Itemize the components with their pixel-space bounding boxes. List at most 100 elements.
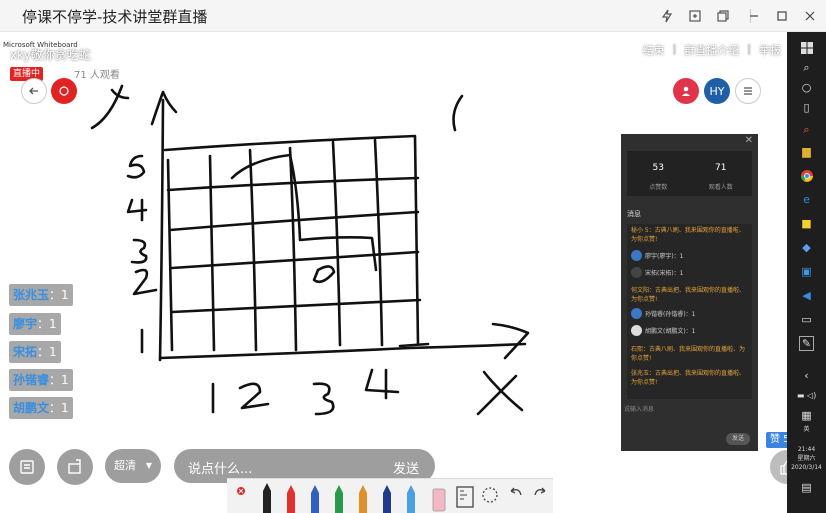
clock-weekday: 星期六 (797, 455, 816, 462)
search-app-icon[interactable]: ⌕ (799, 122, 814, 137)
windows-icon[interactable] (799, 40, 814, 55)
whiteboard-app-icon[interactable]: ✎ (799, 336, 814, 351)
darkblue-pen-icon[interactable] (383, 485, 391, 513)
message-list[interactable]: 秘小 5：古典八刷、我来围观你的直播啦、为你点赞! 廖宇(廖宇)：1 宋拓(宋拓… (627, 224, 752, 399)
link-divider: | (747, 42, 751, 55)
close-icon[interactable]: ✕ (745, 135, 753, 146)
rotate-icon (68, 459, 81, 474)
photos-icon[interactable]: ▣ (799, 264, 814, 279)
report-link[interactable]: 举报 (759, 42, 781, 58)
green-pen-icon[interactable] (335, 485, 343, 513)
notes-icon (20, 460, 34, 474)
undo-icon[interactable] (510, 487, 522, 496)
avatar (631, 267, 642, 278)
redo-icon[interactable] (534, 487, 546, 496)
ime-icon[interactable]: ▦ (799, 408, 814, 423)
send-button[interactable]: 发送 (393, 458, 419, 477)
black-pen-icon[interactable] (263, 483, 271, 513)
clock-time[interactable]: 21:44 (787, 446, 826, 454)
quality-label: 超清 (114, 459, 136, 472)
message-item: 石熙：古典八刷、我来围观你的直播啦、为你点赞! (631, 346, 746, 362)
grid-col-line (248, 148, 258, 352)
student-tag: 胡鹏文：1 (9, 397, 73, 419)
x-tick-2 (238, 382, 270, 410)
link-divider: | (672, 42, 677, 55)
tick-2 (132, 268, 158, 296)
top-links: 结束 | 群直播介绍 | 举报 (643, 42, 781, 58)
notification-icon[interactable]: ▤ (799, 480, 814, 495)
display-icon[interactable]: ▭ (799, 312, 814, 327)
panel-send-button[interactable]: 发送 (726, 433, 750, 445)
x-tick-3 (312, 382, 335, 416)
tencent-icon[interactable]: ◆ (799, 240, 814, 255)
lightning-icon[interactable] (656, 5, 678, 27)
minimize-icon[interactable] (743, 5, 765, 27)
search-icon[interactable]: ⌕ (799, 60, 814, 75)
user-avatar-hy[interactable]: HY (704, 78, 730, 104)
chevron-up-icon[interactable]: ‹ (799, 368, 814, 383)
message-item: 何文阳：古典出把、我来围观你的直播啦、为你点赞! (631, 287, 746, 303)
person-icon (682, 86, 690, 96)
messages-title: 消息 (627, 210, 641, 218)
ime-language[interactable]: 英 (787, 426, 826, 434)
end-link[interactable]: 结束 (643, 42, 665, 58)
ruler-icon[interactable] (456, 486, 474, 508)
message-item: 胡鹏文(胡鹏文)：1 (631, 325, 749, 336)
axis-extra-stroke (398, 342, 430, 348)
edge-icon[interactable]: e (799, 192, 814, 207)
cortana-icon[interactable]: ○ (799, 80, 814, 95)
message-item: 孙锴睿(孙锴睿)：1 (631, 308, 749, 319)
paren-mark (452, 94, 464, 132)
grid-col-line (373, 138, 384, 347)
vscode-icon[interactable]: ◀ (799, 288, 814, 303)
x-tick-4 (364, 368, 400, 400)
likes-label: 点赞数 (649, 184, 668, 191)
avatar (631, 308, 642, 319)
grid-col-line (208, 154, 216, 352)
network-volume-icon[interactable]: ▬ ◁) (793, 388, 820, 403)
menu-button[interactable] (735, 78, 761, 104)
screen-rotate-button[interactable] (57, 449, 93, 485)
tick-4 (126, 198, 148, 222)
panel-message-input[interactable]: 说输入消息 (624, 404, 654, 413)
close-icon[interactable] (799, 5, 821, 27)
sticky-notes-icon[interactable]: ■ (799, 216, 814, 231)
highlighter-icon[interactable] (407, 485, 415, 513)
intro-link[interactable]: 群直播介绍 (684, 42, 739, 58)
viewers-label: 观看人数 (708, 184, 733, 191)
y-axis-line (158, 98, 165, 362)
back-arrow-icon (29, 87, 38, 95)
tick-5 (126, 154, 146, 179)
orange-pen-icon[interactable] (359, 485, 367, 513)
pen-toolbar (227, 478, 553, 513)
chat-panel: ✕ 53 71 点赞数 观看人数 消息 秘小 5：古典八刷、我来围观你的直播啦、… (621, 134, 758, 451)
file-explorer-icon[interactable]: ▆ (799, 144, 814, 159)
blue-pen-icon[interactable] (311, 485, 319, 513)
avatar (631, 250, 642, 261)
y-letter-stroke (90, 84, 124, 130)
x-letter-stroke (476, 374, 518, 416)
restore-icon[interactable] (712, 5, 734, 27)
window-title: 停课不停学-技术讲堂群直播 (22, 8, 208, 26)
notes-button[interactable] (9, 449, 45, 485)
quality-select[interactable]: 超清 ▼ (105, 449, 161, 483)
red-pen-icon[interactable] (287, 485, 295, 513)
message-item: 廖宇(廖宇)：1 (631, 250, 749, 261)
close-toolbar-icon[interactable] (237, 487, 245, 495)
title-bar: 停课不停学-技术讲堂群直播 (0, 0, 826, 32)
viewer-count: 71 人观看 (74, 70, 120, 81)
user-avatar-red[interactable] (673, 78, 699, 104)
task-view-icon[interactable]: ▯ (799, 100, 814, 115)
chrome-icon[interactable] (799, 168, 814, 183)
maximize-icon[interactable] (771, 5, 793, 27)
hamburger-icon (744, 87, 752, 95)
eraser-icon[interactable] (432, 488, 446, 512)
host-avatar[interactable] (51, 78, 77, 104)
chat-placeholder: 说点什么... (188, 462, 253, 477)
lasso-icon[interactable] (482, 487, 498, 503)
avatar-icon (59, 86, 69, 96)
back-button[interactable] (21, 78, 47, 104)
student-tag: 孙锴睿：1 (9, 369, 73, 391)
pin-icon[interactable] (684, 5, 706, 27)
message-item: 张兆玉：古典出把、我来围观你的直播啦、为你点赞! (631, 370, 746, 386)
